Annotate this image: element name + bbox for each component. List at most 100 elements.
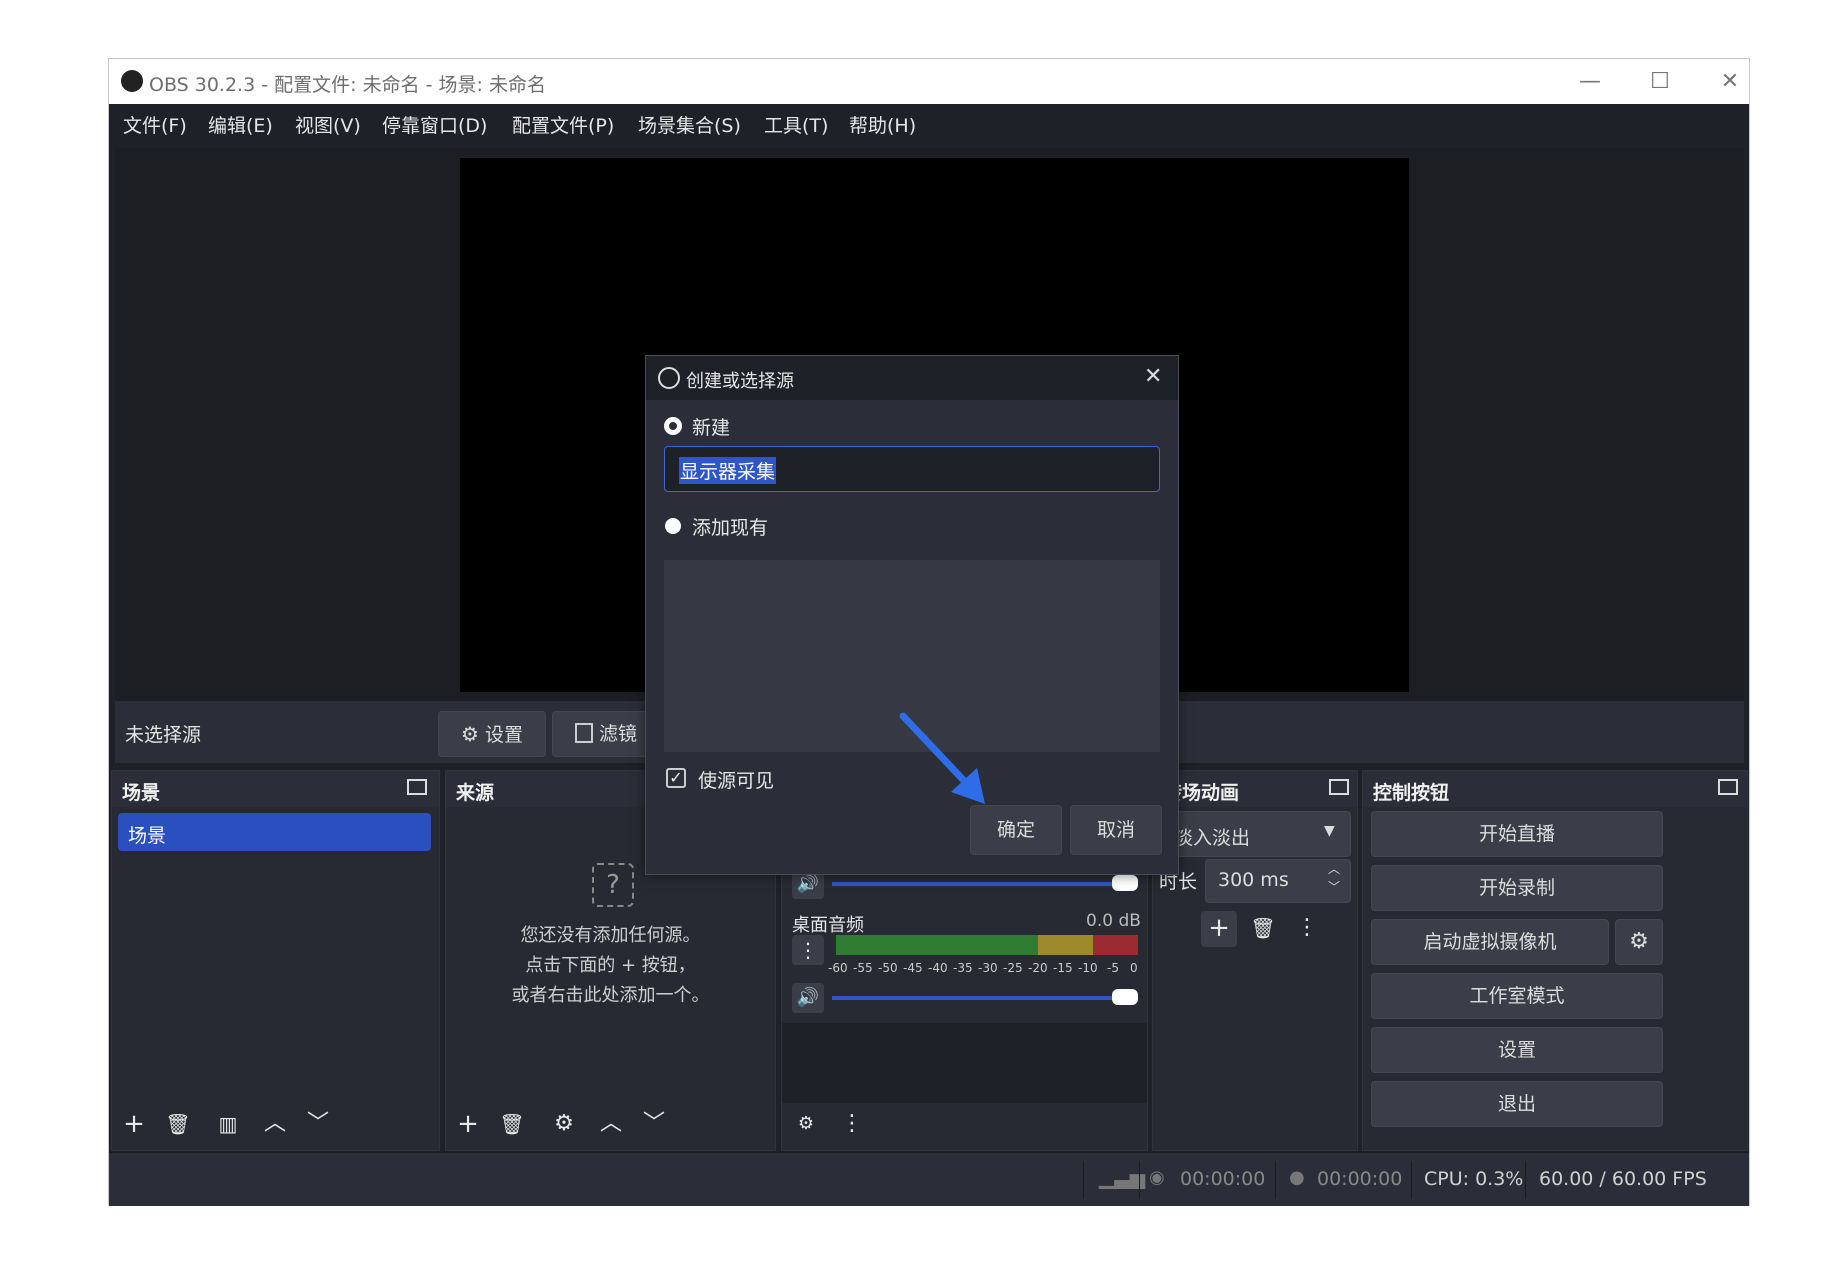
source-properties-button[interactable]: ⚙ bbox=[546, 1107, 582, 1143]
filter-icon bbox=[574, 723, 593, 743]
source-down-button[interactable]: ﹀ bbox=[636, 1107, 672, 1143]
mixer-empty-area bbox=[782, 1023, 1147, 1103]
remove-source-button[interactable]: 🗑 bbox=[494, 1107, 530, 1143]
obs-logo-icon bbox=[121, 70, 143, 92]
scenes-panel: 场景 场景 + 🗑 ▥ ︿ ﹀ bbox=[111, 770, 440, 1151]
menu-view[interactable]: 视图(V) bbox=[295, 111, 361, 138]
track2-volume-slider[interactable] bbox=[832, 996, 1122, 1000]
existing-radio[interactable] bbox=[665, 518, 681, 534]
popout-icon[interactable] bbox=[1718, 779, 1738, 795]
fps-display: 60.00 / 60.00 FPS bbox=[1539, 1168, 1707, 1190]
maximize-button[interactable]: ☐ bbox=[1640, 67, 1680, 97]
settings-button[interactable]: 设置 bbox=[1371, 1027, 1663, 1073]
scale-tick: -30 bbox=[978, 961, 998, 975]
virtual-camera-settings-button[interactable]: ⚙ bbox=[1615, 919, 1663, 965]
track1-volume-slider[interactable] bbox=[832, 882, 1122, 886]
menu-profile[interactable]: 配置文件(P) bbox=[512, 111, 614, 138]
status-divider bbox=[1525, 1161, 1526, 1199]
scale-tick: 0 bbox=[1130, 961, 1138, 975]
scene-list-item[interactable]: 场景 bbox=[118, 813, 431, 851]
close-icon[interactable]: ✕ bbox=[1144, 364, 1162, 389]
transitions-header: 转场动画 bbox=[1153, 771, 1357, 807]
status-bar: ▁▃▅ ◉ 00:00:00 ● 00:00:00 CPU: 0.3% 60.0… bbox=[109, 1152, 1749, 1206]
popout-icon[interactable] bbox=[1329, 779, 1349, 795]
status-divider bbox=[1083, 1161, 1084, 1199]
ok-button[interactable]: 确定 bbox=[970, 805, 1062, 855]
source-filters-button[interactable]: 滤镜 bbox=[552, 711, 660, 757]
source-name-input[interactable]: 显示器采集 bbox=[664, 446, 1160, 492]
chevron-down-icon[interactable]: ﹀ bbox=[1328, 878, 1340, 895]
start-streaming-button[interactable]: 开始直播 bbox=[1371, 811, 1663, 857]
menu-file[interactable]: 文件(F) bbox=[123, 111, 187, 138]
remove-scene-button[interactable]: 🗑 bbox=[160, 1107, 196, 1143]
chevron-up-icon[interactable]: ︿ bbox=[1328, 860, 1340, 877]
status-divider bbox=[1411, 1161, 1412, 1199]
menu-edit[interactable]: 编辑(E) bbox=[208, 111, 273, 138]
no-source-label: 未选择源 bbox=[125, 724, 202, 746]
record-time: 00:00:00 bbox=[1317, 1168, 1403, 1190]
scenes-header: 场景 bbox=[112, 771, 439, 807]
remove-transition-button[interactable]: 🗑 bbox=[1245, 911, 1281, 947]
source-settings-button[interactable]: ⚙ 设置 bbox=[438, 711, 546, 757]
question-icon: ? bbox=[592, 863, 634, 907]
menu-docks[interactable]: 停靠窗口(D) bbox=[382, 111, 487, 138]
transition-selected: 淡入淡出 bbox=[1174, 827, 1251, 849]
scale-tick: -50 bbox=[878, 961, 898, 975]
dialog-title: 创建或选择源 bbox=[686, 371, 794, 392]
scale-tick: -25 bbox=[1003, 961, 1023, 975]
menu-scene-collection[interactable]: 场景集合(S) bbox=[638, 111, 741, 138]
stream-time: 00:00:00 bbox=[1180, 1168, 1266, 1190]
start-virtual-camera-button[interactable]: 启动虚拟摄像机 bbox=[1371, 919, 1609, 965]
speaker-icon[interactable]: 🔊 bbox=[792, 983, 824, 1013]
scale-tick: -60 bbox=[828, 961, 848, 975]
scale-tick: -55 bbox=[853, 961, 873, 975]
mixer-more-button[interactable]: ⋮ bbox=[834, 1107, 870, 1143]
visible-label: 使源可见 bbox=[698, 770, 775, 792]
controls-title: 控制按钮 bbox=[1373, 782, 1450, 804]
mixer-settings-button[interactable]: ⚙ bbox=[788, 1107, 824, 1143]
controls-panel: 控制按钮 开始直播 开始录制 启动虚拟摄像机 ⚙ 工作室模式 设置 退出 bbox=[1362, 770, 1748, 1151]
scale-tick: -45 bbox=[903, 961, 923, 975]
menu-help[interactable]: 帮助(H) bbox=[849, 111, 916, 138]
menu-bar: 文件(F) 编辑(E) 视图(V) 停靠窗口(D) 配置文件(P) 场景集合(S… bbox=[109, 104, 1749, 140]
empty-line-3: 或者右击此处添加一个。 bbox=[511, 985, 710, 1006]
track1-volume-handle[interactable] bbox=[1112, 875, 1138, 891]
existing-label: 添加现有 bbox=[692, 517, 769, 539]
dialog-title-bar: 创建或选择源 ✕ bbox=[646, 356, 1178, 400]
add-scene-button[interactable]: + bbox=[116, 1107, 152, 1143]
scene-filter-button[interactable]: ▥ bbox=[210, 1107, 246, 1143]
scene-down-button[interactable]: ﹀ bbox=[300, 1107, 336, 1143]
more-icon[interactable]: ⋮ bbox=[792, 935, 824, 965]
add-transition-button[interactable]: + bbox=[1201, 911, 1237, 947]
menu-tools[interactable]: 工具(T) bbox=[764, 111, 828, 138]
scene-item-label: 场景 bbox=[128, 825, 167, 847]
controls-header: 控制按钮 bbox=[1363, 771, 1747, 807]
meter-red bbox=[1093, 935, 1138, 955]
scale-tick: -15 bbox=[1053, 961, 1073, 975]
add-source-button[interactable]: + bbox=[450, 1107, 486, 1143]
transition-select[interactable]: 淡入淡出 ▼ bbox=[1159, 811, 1351, 857]
record-icon: ● bbox=[1289, 1167, 1305, 1188]
chevron-down-icon: ▼ bbox=[1324, 823, 1335, 839]
source-up-button[interactable]: ︿ bbox=[593, 1107, 629, 1143]
filters-label: 滤镜 bbox=[599, 723, 638, 745]
track2-meter bbox=[836, 935, 1138, 955]
transition-more-button[interactable]: ⋮ bbox=[1289, 911, 1325, 947]
empty-line-1: 您还没有添加任何源。 bbox=[520, 925, 701, 946]
duration-spinbox[interactable]: 300 ms ︿ ﹀ bbox=[1205, 859, 1351, 903]
popout-icon[interactable] bbox=[407, 779, 427, 795]
minimize-button[interactable]: — bbox=[1570, 67, 1610, 97]
new-radio[interactable] bbox=[665, 418, 681, 434]
new-label: 新建 bbox=[692, 417, 731, 439]
empty-line-2: 点击下面的 + 按钮， bbox=[525, 955, 696, 976]
duration-value: 300 ms bbox=[1218, 869, 1289, 891]
checkbox-icon[interactable]: ✓ bbox=[666, 768, 686, 788]
cancel-button[interactable]: 取消 bbox=[1070, 805, 1162, 855]
start-recording-button[interactable]: 开始录制 bbox=[1371, 865, 1663, 911]
close-button[interactable]: ✕ bbox=[1710, 67, 1750, 97]
scene-up-button[interactable]: ︿ bbox=[257, 1107, 293, 1143]
track2-volume-handle[interactable] bbox=[1112, 989, 1138, 1005]
arrow-icon bbox=[899, 712, 985, 804]
studio-mode-button[interactable]: 工作室模式 bbox=[1371, 973, 1663, 1019]
exit-button[interactable]: 退出 bbox=[1371, 1081, 1663, 1127]
